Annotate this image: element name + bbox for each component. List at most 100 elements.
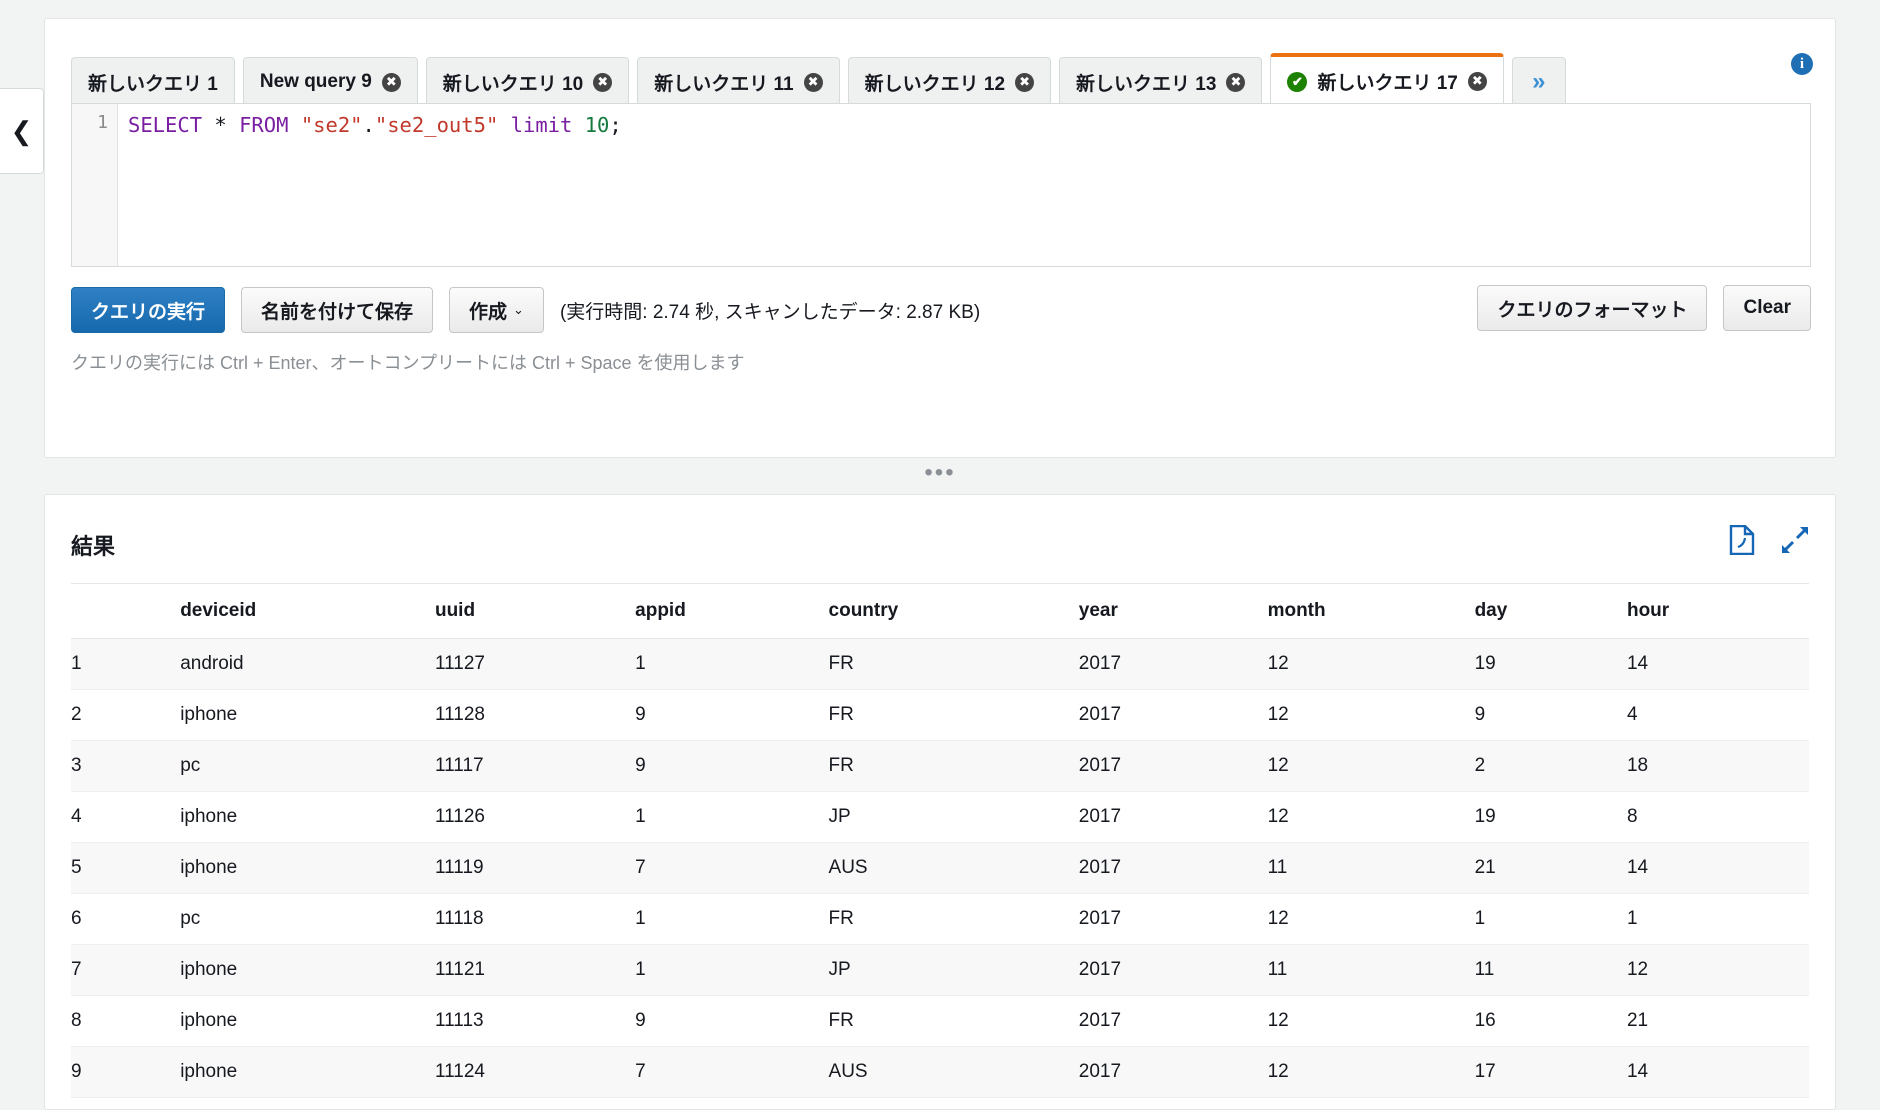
query-tab-label: 新しいクエリ 11: [654, 73, 794, 95]
column-header-uuid: uuid: [434, 584, 636, 639]
clear-button[interactable]: Clear: [1723, 285, 1811, 331]
sidebar-collapse-button[interactable]: ❮: [0, 88, 44, 174]
close-icon[interactable]: ✖: [1467, 72, 1487, 91]
query-tab-6[interactable]: 新しいクエリ 13 ✖: [1059, 57, 1263, 107]
create-label: 作成: [469, 301, 508, 323]
table-cell: 1: [635, 893, 829, 945]
table-cell: pc: [180, 893, 435, 945]
sql-token: *: [214, 113, 227, 137]
table-cell: 2017: [1078, 893, 1268, 945]
table-cell: android: [180, 638, 435, 690]
table-cell: 11128: [434, 689, 636, 741]
table-cell: 9: [635, 689, 829, 741]
query-stats-text: (実行時間: 2.74 秒, スキャンしたデータ: 2.87 KB): [559, 301, 981, 323]
close-icon[interactable]: ✖: [803, 72, 823, 92]
format-query-button[interactable]: クエリのフォーマット: [1477, 285, 1708, 331]
close-icon[interactable]: ✖: [593, 72, 613, 92]
table-cell: 11: [1267, 842, 1475, 894]
table-cell: 7: [635, 1046, 829, 1098]
table-cell: 12: [1267, 791, 1475, 843]
query-tab-label: 新しいクエリ 1: [88, 73, 218, 95]
results-title: 結果: [71, 534, 116, 559]
format-query-label: クエリのフォーマット: [1497, 299, 1688, 321]
table-cell: AUS: [828, 842, 1079, 894]
close-icon[interactable]: ✖: [1226, 72, 1246, 92]
table-cell: 2017: [1078, 1046, 1268, 1098]
editor-toolbar-right: クエリのフォーマット Clear: [1477, 285, 1811, 331]
table-cell: 1: [635, 944, 829, 996]
save-as-button[interactable]: 名前を付けて保存: [241, 287, 434, 333]
sql-token: .: [362, 113, 375, 137]
table-cell: 14: [1626, 1046, 1809, 1098]
table-cell: 11126: [434, 791, 636, 843]
column-header-day: day: [1474, 584, 1627, 639]
query-tab-5[interactable]: 新しいクエリ 12 ✖: [847, 57, 1052, 107]
query-tab-1[interactable]: 新しいクエリ 1: [71, 57, 235, 107]
table-cell: FR: [828, 995, 1079, 1047]
table-cell: 14: [1626, 638, 1809, 690]
query-tab-7[interactable]: ✔ 新しいクエリ 17 ✖: [1270, 53, 1504, 107]
clear-label: Clear: [1743, 297, 1791, 318]
sql-token: SELECT: [128, 113, 203, 137]
run-query-button[interactable]: クエリの実行: [71, 287, 226, 333]
table-row: 6 pc 11118 1 FR 2017 12 1 1: [71, 893, 1809, 945]
query-tab-label: 新しいクエリ 12: [864, 73, 1006, 95]
row-index-cell: 9: [71, 1046, 181, 1098]
table-cell: 2017: [1078, 944, 1268, 996]
sql-editor[interactable]: 1 SELECT * FROM "se2"."se2_out5" limit 1…: [71, 103, 1811, 267]
row-index-cell: 6: [71, 893, 181, 945]
create-dropdown-button[interactable]: 作成 ⌄: [449, 287, 544, 333]
table-cell: 11121: [434, 944, 636, 996]
query-tab-2[interactable]: New query 9 ✖: [242, 57, 418, 107]
table-cell: FR: [828, 740, 1079, 792]
table-cell: 9: [635, 740, 829, 792]
table-cell: FR: [828, 893, 1079, 945]
sql-token: 10: [584, 113, 610, 137]
table-cell: 17: [1474, 1046, 1627, 1098]
row-index-cell: 1: [71, 638, 181, 690]
table-cell: 12: [1267, 995, 1475, 1047]
panel-splitter-handle[interactable]: •••: [0, 459, 1880, 486]
results-table-body: 1 android 11127 1 FR 2017 12 19 14 2 iphone 11128 9 F…: [71, 638, 1809, 1098]
table-cell: 1: [635, 791, 829, 843]
sql-code-text[interactable]: SELECT * FROM "se2"."se2_out5" limit 10;: [118, 104, 1810, 266]
table-cell: 12: [1626, 944, 1809, 996]
table-cell: 7: [635, 842, 829, 894]
table-cell: 12: [1267, 638, 1475, 690]
close-icon[interactable]: ✖: [1015, 72, 1035, 92]
table-cell: iphone: [180, 944, 435, 996]
table-row: 1 android 11127 1 FR 2017 12 19 14: [71, 638, 1809, 690]
download-file-icon[interactable]: [1729, 524, 1755, 556]
results-actions: [1729, 524, 1809, 556]
table-cell: AUS: [828, 1046, 1079, 1098]
query-tab-4[interactable]: 新しいクエリ 11 ✖: [637, 57, 840, 107]
splitter-dots-icon: •••: [924, 459, 956, 486]
editor-line-numbers: 1: [72, 104, 118, 266]
query-tab-label: New query 9: [259, 71, 372, 92]
table-row: 8 iphone 11113 9 FR 2017 12 16 21: [71, 995, 1809, 1047]
close-icon[interactable]: ✖: [381, 72, 401, 92]
table-cell: 12: [1267, 740, 1475, 792]
table-cell: 9: [635, 995, 829, 1047]
table-cell: 11124: [434, 1046, 636, 1098]
table-cell: 12: [1267, 689, 1475, 741]
table-cell: 19: [1474, 638, 1627, 690]
table-cell: iphone: [180, 995, 435, 1047]
row-index-cell: 2: [71, 689, 181, 741]
run-query-label: クエリの実行: [91, 301, 206, 323]
column-header-month: month: [1267, 584, 1475, 639]
table-row: 5 iphone 11119 7 AUS 2017 11 21 14: [71, 842, 1809, 894]
expand-arrows-icon[interactable]: [1781, 526, 1809, 554]
info-icon[interactable]: i: [1791, 53, 1813, 75]
table-cell: 11127: [434, 638, 636, 690]
table-cell: 21: [1626, 995, 1809, 1047]
table-cell: 19: [1474, 791, 1627, 843]
more-tabs-button[interactable]: »: [1511, 57, 1566, 107]
table-cell: 11118: [434, 893, 636, 945]
table-cell: 11113: [434, 995, 636, 1047]
query-tab-3[interactable]: 新しいクエリ 10 ✖: [425, 57, 630, 107]
success-check-icon: ✔: [1287, 71, 1308, 92]
table-cell: 1: [1474, 893, 1627, 945]
